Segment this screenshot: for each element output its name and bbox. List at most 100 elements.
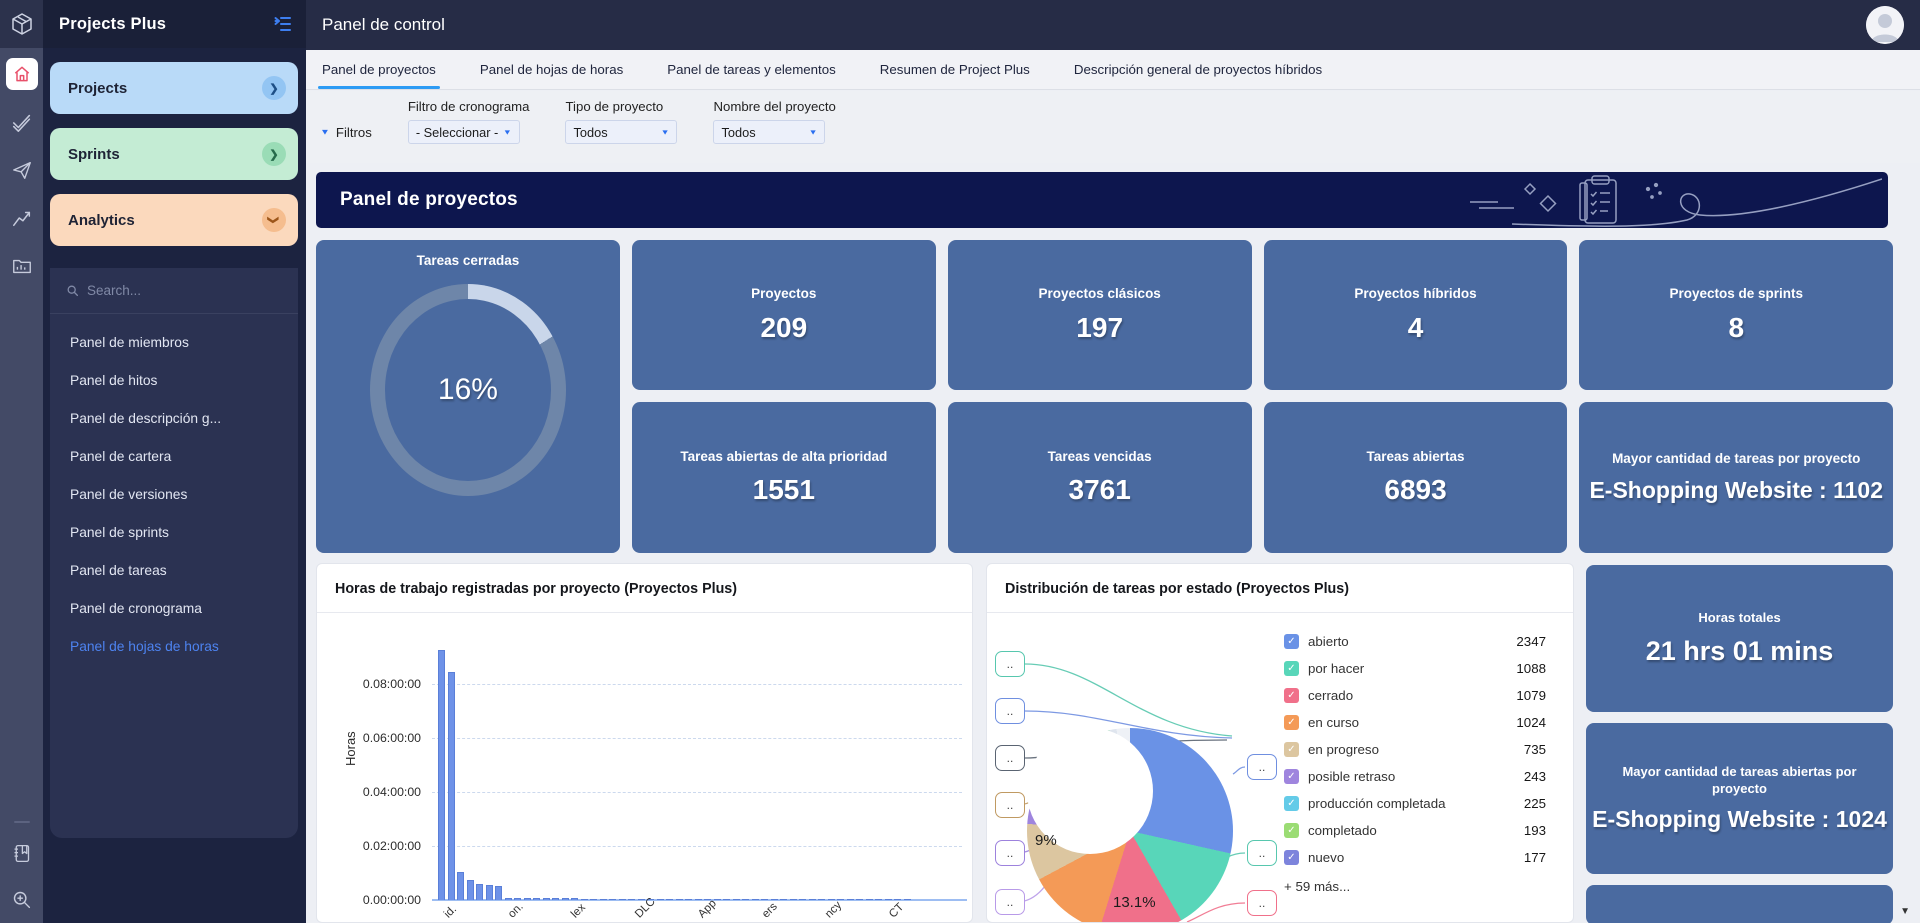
legend-row-por-hacer[interactable]: ✓por hacer1088: [1284, 655, 1546, 682]
closed-tasks-gauge: 16%: [370, 284, 566, 496]
task-status-chart-title: Distribución de tareas por estado (Proye…: [987, 564, 1573, 613]
legend-checkbox: ✓: [1284, 823, 1299, 838]
y-axis-tick: 0.02:00:00: [363, 839, 421, 853]
chevron-down-icon: ▼: [809, 128, 818, 136]
legend-more-label[interactable]: + 59 más...: [1284, 879, 1546, 894]
sidebar-module-projects[interactable]: Projects❯: [50, 62, 298, 114]
person-icon: [1866, 6, 1904, 44]
bar: [723, 899, 730, 900]
right-cards-column: Horas totales21 hrs 01 minsMayor cantida…: [1586, 565, 1893, 923]
legend-row-completado[interactable]: ✓completado193: [1284, 817, 1546, 844]
tab-2[interactable]: Panel de hojas de horas: [478, 62, 625, 89]
sidebar-item-8[interactable]: Panel de cronograma: [50, 590, 298, 628]
scroll-down-indicator[interactable]: ▼: [1900, 906, 1910, 917]
filter-label: Tipo de proyecto: [565, 99, 677, 114]
legend-label: completado: [1308, 823, 1515, 838]
folder-chart-icon: [11, 255, 33, 277]
filters-toggle[interactable]: ▼ Filtros: [320, 99, 372, 163]
bar: [714, 899, 721, 900]
gridline: [432, 792, 962, 793]
bar: [600, 899, 607, 900]
sidebar-item-7[interactable]: Panel de tareas: [50, 552, 298, 590]
stat-card-5: Tareas abiertas de alta prioridad1551: [632, 402, 936, 553]
tasks-nav-icon[interactable]: [6, 106, 38, 138]
collapse-sidebar-icon[interactable]: [272, 15, 292, 33]
module-label: Analytics: [68, 212, 135, 229]
tab-4[interactable]: Resumen de Project Plus: [878, 62, 1032, 89]
bar: [695, 899, 702, 900]
legend-checkbox: ✓: [1284, 715, 1299, 730]
task-status-chart-panel: Distribución de tareas por estado (Proye…: [986, 563, 1574, 923]
stat-card-value: 6893: [1384, 474, 1446, 506]
legend-row-posible-retraso[interactable]: ✓posible retraso243: [1284, 763, 1546, 790]
tab-5[interactable]: Descripción general de proyectos híbrido…: [1072, 62, 1324, 89]
user-avatar[interactable]: [1866, 6, 1904, 44]
tab-1[interactable]: Panel de proyectos: [320, 62, 438, 89]
stat-cards-grid: Tareas cerradas 16% Proyectos209Proyecto…: [316, 240, 1893, 553]
tab-3[interactable]: Panel de tareas y elementos: [665, 62, 838, 89]
bar: [448, 672, 455, 900]
right-card-label: Mayor cantidad de tareas abiertas por pr…: [1596, 764, 1883, 797]
bar: [628, 899, 635, 900]
sidebar-item-1[interactable]: Panel de miembros: [50, 324, 298, 362]
filter-fields: Filtro de cronograma- Seleccionar -▼Tipo…: [408, 99, 836, 163]
legend-row-nuevo[interactable]: ✓nuevo177: [1284, 844, 1546, 871]
bar: [514, 898, 521, 900]
legend-checkbox: ✓: [1284, 850, 1299, 865]
notebook-nav-icon[interactable]: [6, 837, 38, 869]
filter-select-1[interactable]: - Seleccionar -▼: [408, 120, 520, 144]
sidebar-item-2[interactable]: Panel de hitos: [50, 362, 298, 400]
task-status-legend: ✓abierto2347✓por hacer1088✓cerrado1079✓e…: [1284, 628, 1546, 894]
sidebar-item-5[interactable]: Panel de versiones: [50, 476, 298, 514]
app-logo[interactable]: [0, 0, 43, 48]
home-nav-icon[interactable]: [6, 58, 38, 90]
filter-select-2[interactable]: Todos▼: [565, 120, 677, 144]
stat-card-value: 197: [1076, 312, 1123, 344]
bar: [790, 899, 797, 900]
slice-percent-label: 13.1%: [1113, 894, 1156, 911]
stat-card-3: Proyectos híbridos4: [1264, 240, 1568, 390]
filter-select-3[interactable]: Todos▼: [713, 120, 825, 144]
right-card-value: 21 hrs 01 mins: [1646, 636, 1834, 667]
bar: [657, 899, 664, 900]
legend-row-producción-completada[interactable]: ✓producción completada225: [1284, 790, 1546, 817]
sidebar-item-9[interactable]: Panel de hojas de horas: [50, 628, 298, 666]
legend-row-en-curso[interactable]: ✓en curso1024: [1284, 709, 1546, 736]
sidebar-module-analytics[interactable]: Analytics❯: [50, 194, 298, 246]
reports-nav-icon[interactable]: [6, 250, 38, 282]
bar: [609, 899, 616, 900]
filter-group-2: Tipo de proyecto Todos▼: [565, 99, 677, 163]
legend-row-cerrado[interactable]: ✓cerrado1079: [1284, 682, 1546, 709]
legend-label: en curso: [1308, 715, 1507, 730]
donut-callout-7: ..: [1247, 754, 1277, 780]
sidebar-module-sprints[interactable]: Sprints❯: [50, 128, 298, 180]
legend-checkbox: ✓: [1284, 742, 1299, 757]
slice-percent-label: 9%: [1035, 832, 1057, 849]
zoom-search-nav-icon[interactable]: [6, 883, 38, 915]
analytics-nav-icon[interactable]: [6, 202, 38, 234]
legend-label: producción completada: [1308, 796, 1515, 811]
sidebar-item-4[interactable]: Panel de cartera: [50, 438, 298, 476]
stat-card-value: 8: [1728, 312, 1744, 344]
sidebar-item-3[interactable]: Panel de descripción g...: [50, 400, 298, 438]
legend-value: 177: [1524, 850, 1546, 865]
sidebar-item-6[interactable]: Panel de sprints: [50, 514, 298, 552]
gauge-card-title: Tareas cerradas: [417, 253, 520, 270]
stat-card-value: 4: [1408, 312, 1424, 344]
legend-row-en-progreso[interactable]: ✓en progreso735: [1284, 736, 1546, 763]
y-axis-tick: 0.00:00:00: [363, 893, 421, 907]
filters-bar: ▼ Filtros Filtro de cronograma- Seleccio…: [306, 91, 1920, 163]
legend-row-abierto[interactable]: ✓abierto2347: [1284, 628, 1546, 655]
stat-card-label: Proyectos de sprints: [1669, 286, 1803, 303]
sprints-nav-icon[interactable]: [6, 154, 38, 186]
stat-card-value: 1551: [753, 474, 815, 506]
bar: [752, 899, 759, 900]
line-chart-icon: [11, 207, 33, 229]
legend-value: 243: [1524, 769, 1546, 784]
sidebar-title: Projects Plus: [59, 15, 166, 34]
stat-card-4: Proyectos de sprints 8: [1579, 240, 1893, 390]
bar: [486, 885, 493, 900]
legend-value: 2347: [1516, 634, 1546, 649]
worklog-y-axis-label: Horas: [343, 731, 358, 766]
sidebar-search[interactable]: Search...: [50, 268, 298, 314]
